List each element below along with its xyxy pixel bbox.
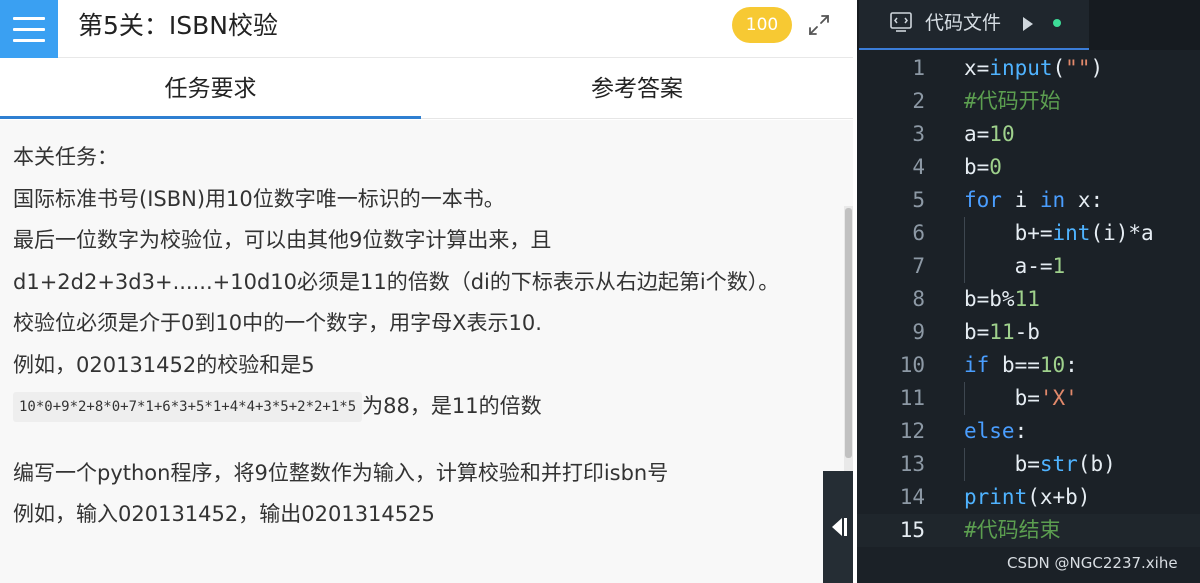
- line-number: 14: [899, 485, 925, 509]
- line-number: 7: [912, 254, 925, 278]
- task-content: 本关任务： 国际标准书号(ISBN)用10位数字唯一标识的一本书。 最后一位数字…: [0, 120, 853, 583]
- task-line: 校验位必须是介于0到10中的一个数字，用字母X表示10.: [13, 311, 542, 335]
- task-line: 最后一位数字为校验位，可以由其他9位数字计算出来，且: [13, 228, 552, 252]
- formula-suffix: 为88，是11的倍数: [362, 394, 542, 418]
- code-line[interactable]: 1 x=input(""): [857, 52, 1200, 85]
- code-line[interactable]: 2 #代码开始: [857, 85, 1200, 118]
- task-line: 本关任务：: [13, 145, 118, 169]
- code-line[interactable]: 11 b='X': [857, 382, 1200, 415]
- formula-line: 10*0+9*2+8*0+7*1+6*3+5*1+4*4+3*5+2*2+1*5…: [13, 386, 823, 428]
- code-text: b=11-b: [964, 320, 1040, 344]
- code-line[interactable]: 8 b=b%11: [857, 283, 1200, 316]
- line-number: 2: [912, 89, 925, 113]
- task-description: 本关任务： 国际标准书号(ISBN)用10位数字唯一标识的一本书。 最后一位数字…: [13, 137, 823, 536]
- menu-icon: [13, 27, 45, 31]
- code-line[interactable]: 7 a-=1: [857, 250, 1200, 283]
- code-line[interactable]: 3 a=10: [857, 118, 1200, 151]
- run-arrow-icon[interactable]: [1023, 17, 1033, 31]
- inline-code-formula: 10*0+9*2+8*0+7*1+6*3+5*1+4*4+3*5+2*2+1*5: [13, 392, 363, 422]
- menu-icon: [13, 38, 45, 42]
- line-number: 15: [899, 518, 925, 542]
- code-area[interactable]: 1 x=input("") 2 #代码开始 3 a=10 4 b=0 5 for i in x: 6…: [857, 52, 1200, 547]
- task-line: d1+2d2+3d3+......+10d10必须是11的倍数（di的下标表示从…: [13, 269, 780, 294]
- line-number: 3: [912, 122, 925, 146]
- line-number: 12: [899, 419, 925, 443]
- code-line[interactable]: 4 b=0: [857, 151, 1200, 184]
- code-text: b='X': [964, 386, 1078, 410]
- line-number: 8: [912, 287, 925, 311]
- line-number: 4: [912, 155, 925, 179]
- line-number: 9: [912, 320, 925, 344]
- unsaved-indicator: [1053, 19, 1061, 27]
- code-line[interactable]: 12 else:: [857, 415, 1200, 448]
- top-bar: 第5关：ISBN校验 100: [0, 0, 853, 58]
- code-text: x=input(""): [964, 56, 1104, 80]
- collapse-panel-icon: [832, 518, 847, 536]
- code-text: print(x+b): [964, 485, 1091, 509]
- code-line[interactable]: 9 b=11-b: [857, 316, 1200, 349]
- line-number: 1: [912, 56, 925, 80]
- code-text: b=b%11: [964, 287, 1040, 311]
- scrollbar-thumb[interactable]: [845, 208, 852, 458]
- line-number: 6: [912, 221, 925, 245]
- task-pane: 第5关：ISBN校验 100 任务要求 参考答案 本关任务： 国际标准书号(IS…: [0, 0, 853, 583]
- line-number: 13: [899, 452, 925, 476]
- task-line: 编写一个python程序，将9位整数作为输入，计算校验和并打印isbn号: [13, 460, 669, 485]
- code-text: if b==10:: [964, 353, 1078, 377]
- score-badge: 100: [732, 7, 792, 43]
- tab-reference-answer[interactable]: 参考答案: [421, 58, 853, 119]
- line-number: 5: [912, 188, 925, 212]
- task-line: 国际标准书号(ISBN)用10位数字唯一标识的一本书。: [13, 186, 505, 211]
- code-editor: 代码文件 1 x=input("") 2 #代码开始 3 a=10 4 b=0 5 for i i…: [857, 0, 1200, 583]
- code-text: b=str(b): [964, 452, 1116, 476]
- code-line[interactable]: 13 b=str(b): [857, 448, 1200, 481]
- code-text: b+=int(i)*a: [964, 221, 1154, 245]
- collapse-panel-button[interactable]: [823, 471, 853, 583]
- menu-icon: [13, 16, 45, 20]
- task-line: 例如，输入020131452，输出0201314525: [13, 502, 435, 526]
- line-number: 10: [899, 353, 925, 377]
- code-line[interactable]: 15 #代码结束: [857, 514, 1200, 547]
- code-text: b=0: [964, 155, 1002, 179]
- menu-button[interactable]: [0, 0, 58, 58]
- code-text: else:: [964, 419, 1028, 443]
- expand-icon[interactable]: [806, 12, 832, 38]
- file-tab-label: 代码文件: [925, 12, 1002, 34]
- tab-bar: 任务要求 参考答案: [0, 58, 853, 119]
- code-line[interactable]: 14 print(x+b): [857, 481, 1200, 514]
- code-text: for i in x:: [964, 188, 1104, 212]
- file-tab[interactable]: 代码文件: [859, 0, 1089, 50]
- code-line[interactable]: 6 b+=int(i)*a: [857, 217, 1200, 250]
- watermark: CSDN @NGC2237.xihe: [1007, 554, 1178, 572]
- code-text: #代码开始: [964, 89, 1061, 113]
- code-text: #代码结束: [964, 518, 1061, 542]
- tab-task-requirements[interactable]: 任务要求: [0, 58, 421, 119]
- code-file-icon: [890, 12, 912, 32]
- page-title: 第5关：ISBN校验: [78, 11, 279, 40]
- line-number: 11: [899, 386, 925, 410]
- code-text: a=10: [964, 122, 1015, 146]
- code-line[interactable]: 10 if b==10:: [857, 349, 1200, 382]
- code-line[interactable]: 5 for i in x:: [857, 184, 1200, 217]
- task-line: 例如，020131452的校验和是5: [13, 352, 315, 377]
- code-text: a-=1: [964, 254, 1066, 278]
